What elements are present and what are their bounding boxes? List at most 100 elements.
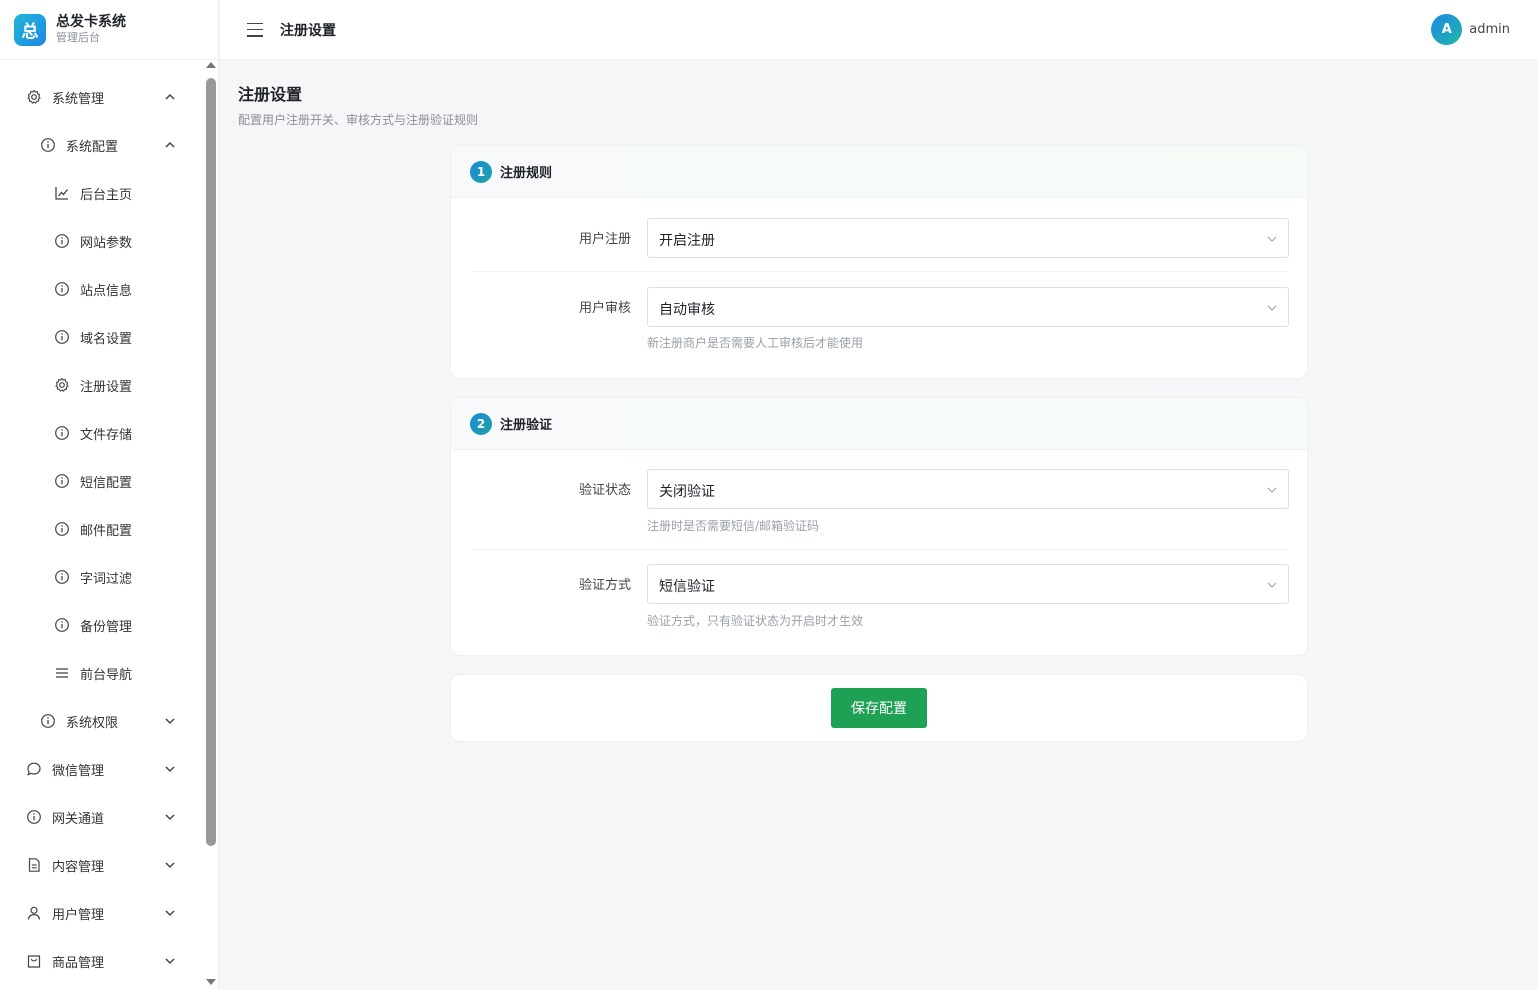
sidebar-item-1[interactable]: 系统管理 (0, 73, 205, 121)
user-review-select[interactable]: 自动审核 (647, 287, 1289, 327)
sidebar-item-label: 系统权限 (66, 715, 119, 731)
sidebar-item-label: 前台导航 (80, 667, 133, 683)
sidebar-item-5[interactable]: 站点信息 (0, 265, 205, 313)
sidebar-item-13[interactable]: 前台导航 (0, 649, 205, 697)
sidebar-item-label: 注册设置 (80, 379, 133, 395)
sidebar-item-label: 商品管理 (52, 955, 105, 971)
page-description: 配置用户注册开关、审核方式与注册验证规则 (238, 113, 479, 127)
sidebar-item-label: 备份管理 (80, 619, 133, 635)
sidebar-item-12[interactable]: 备份管理 (0, 601, 205, 649)
info-circle-icon (39, 712, 57, 730)
line-chart-icon (53, 184, 71, 202)
step-badge: 2 (470, 412, 492, 435)
chevron-down-icon[interactable] (162, 857, 178, 873)
verification-status-select[interactable]: 关闭验证 (647, 469, 1289, 509)
section-card-registration-verification: 2 注册验证 验证状态 关闭验证 注册时是否需要短信/邮箱验证码 验证方式 短信… (450, 397, 1308, 656)
user-icon (25, 904, 43, 922)
sidebar-item-14[interactable]: 系统权限 (0, 697, 205, 745)
chevron-down-icon (1267, 582, 1277, 588)
verification-method-select[interactable]: 短信验证 (647, 564, 1289, 604)
sidebar-item-9[interactable]: 短信配置 (0, 457, 205, 505)
sidebar-item-label: 系统管理 (52, 91, 105, 107)
scroll-up-arrow-icon[interactable] (206, 62, 216, 68)
sidebar-item-10[interactable]: 邮件配置 (0, 505, 205, 553)
section-header: 2 注册验证 (451, 398, 1307, 450)
field-hint: 注册时是否需要短信/邮箱验证码 (647, 519, 820, 533)
save-config-button[interactable]: 保存配置 (831, 688, 927, 728)
info-circle-icon (53, 424, 71, 442)
sidebar-item-label: 系统配置 (66, 139, 119, 155)
sidebar-item-15[interactable]: 微信管理 (0, 745, 205, 793)
section-title: 注册规则 (500, 166, 553, 181)
field-label: 用户注册 (578, 232, 631, 247)
sidebar-item-label: 域名设置 (80, 331, 133, 347)
sidebar-item-7[interactable]: 注册设置 (0, 361, 205, 409)
sidebar-item-18[interactable]: 用户管理 (0, 889, 205, 937)
chevron-down-icon[interactable] (162, 713, 178, 729)
sidebar-item-19[interactable]: 商品管理 (0, 937, 205, 985)
field-hint: 新注册商户是否需要人工审核后才能使用 (647, 336, 864, 350)
sidebar-item-3[interactable]: 后台主页 (0, 169, 205, 217)
sidebar-item-6[interactable]: 域名设置 (0, 313, 205, 361)
select-value: 自动审核 (659, 302, 715, 318)
sidebar-item-17[interactable]: 内容管理 (0, 841, 205, 889)
sidebar-menu: 系统管理系统配置后台主页网站参数站点信息域名设置注册设置文件存储短信配置邮件配置… (0, 73, 205, 985)
sidebar-item-label: 网关通道 (52, 811, 105, 827)
sidebar-item-2[interactable]: 系统配置 (0, 121, 205, 169)
chevron-down-icon[interactable] (162, 761, 178, 777)
info-circle-icon (53, 616, 71, 634)
chevron-down-icon[interactable] (162, 905, 178, 921)
shopping-bag-icon (25, 952, 43, 970)
menu-toggle-icon[interactable] (247, 22, 263, 37)
sidebar-item-label: 邮件配置 (80, 523, 133, 539)
sidebar-item-4[interactable]: 网站参数 (0, 217, 205, 265)
sidebar-item-16[interactable]: 网关通道 (0, 793, 205, 841)
sidebar-item-label: 后台主页 (80, 187, 133, 203)
chevron-down-icon (1267, 236, 1277, 242)
header-title: 注册设置 (280, 22, 336, 39)
info-circle-icon (53, 328, 71, 346)
field-label: 用户审核 (578, 301, 631, 316)
sidebar-item-label: 微信管理 (52, 763, 105, 779)
select-value: 关闭验证 (659, 484, 715, 500)
field-label: 验证方式 (578, 578, 631, 593)
sidebar-item-label: 短信配置 (80, 475, 133, 491)
brand-subtitle: 管理后台 (56, 31, 100, 44)
sidebar-item-8[interactable]: 文件存储 (0, 409, 205, 457)
sidebar-item-label: 字词过滤 (80, 571, 133, 587)
chat-bubble-icon (25, 760, 43, 778)
step-badge: 1 (470, 160, 492, 183)
sidebar-scrollbar[interactable] (205, 62, 217, 990)
avatar[interactable]: A (1431, 14, 1463, 45)
sidebar-item-11[interactable]: 字词过滤 (0, 553, 205, 601)
info-circle-icon (53, 280, 71, 298)
chevron-down-icon (1267, 487, 1277, 493)
section-title: 注册验证 (500, 418, 553, 433)
field-hint: 验证方式，只有验证状态为开启时才生效 (647, 614, 864, 628)
scrollbar-thumb[interactable] (206, 78, 216, 846)
page-title: 注册设置 (238, 85, 303, 104)
info-circle-icon (53, 472, 71, 490)
divider (472, 271, 1288, 272)
chevron-up-icon[interactable] (162, 137, 178, 153)
username[interactable]: admin (1469, 22, 1510, 37)
save-bar: 保存配置 (450, 674, 1308, 742)
user-menu[interactable]: A admin (1431, 14, 1510, 45)
chevron-down-icon (1267, 305, 1277, 311)
info-circle-icon (25, 808, 43, 826)
gear-icon (25, 88, 43, 106)
select-value: 开启注册 (659, 233, 715, 249)
sidebar-item-label: 网站参数 (80, 235, 133, 251)
scroll-down-arrow-icon[interactable] (206, 979, 216, 985)
chevron-down-icon[interactable] (162, 953, 178, 969)
user-registration-select[interactable]: 开启注册 (647, 218, 1289, 258)
select-value: 短信验证 (659, 579, 715, 595)
gear-icon (53, 376, 71, 394)
sidebar-item-label: 用户管理 (52, 907, 105, 923)
sidebar: 总 总发卡系统 管理后台 系统管理 系统配置 后台主页 网站参数 站点信息 域名设置 注册设… (0, 0, 219, 990)
brand-text: 总发卡系统 管理后台 (56, 14, 126, 45)
chevron-down-icon[interactable] (162, 809, 178, 825)
menu-lines-icon (53, 664, 71, 682)
field-label: 验证状态 (578, 483, 631, 498)
chevron-up-icon[interactable] (162, 89, 178, 105)
